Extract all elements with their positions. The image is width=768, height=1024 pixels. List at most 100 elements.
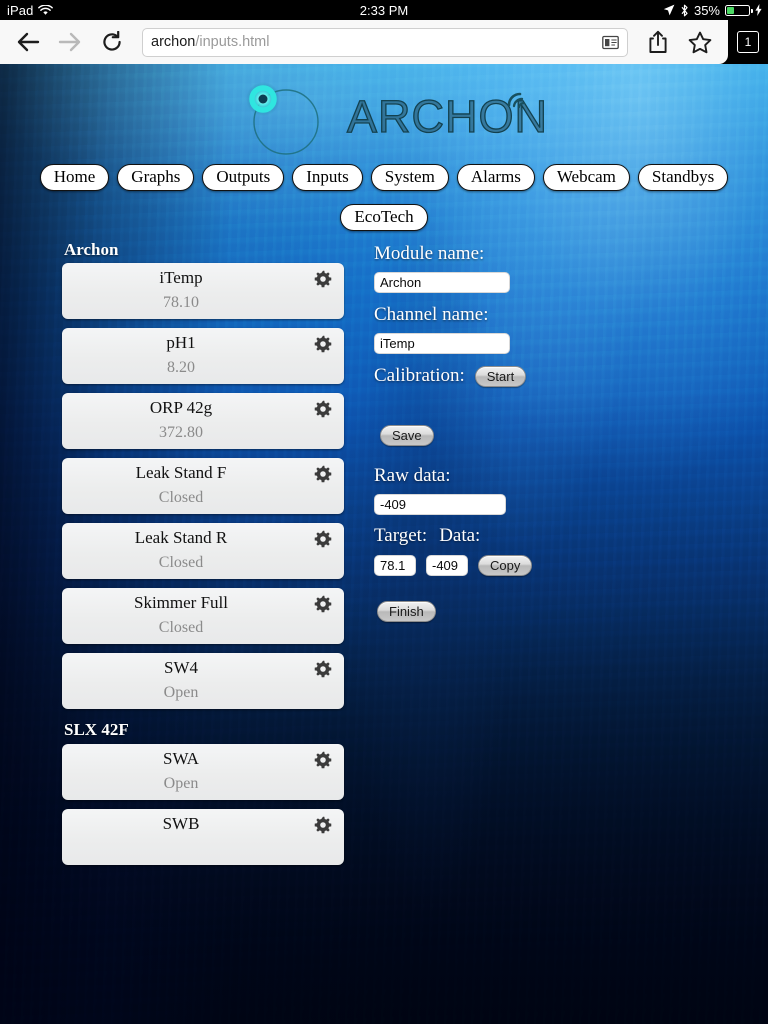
group-title-archon: Archon [64, 240, 119, 259]
gear-icon[interactable] [314, 660, 332, 678]
address-bar[interactable]: archon/inputs.html [142, 27, 628, 57]
channel-name: pH1 [166, 333, 196, 353]
module-name-field-group: Module name: [374, 243, 510, 293]
target-input[interactable] [374, 554, 416, 576]
lightning-bolt-icon [755, 4, 762, 16]
calibration-field-group: Calibration: Start [374, 365, 527, 388]
reload-button[interactable] [92, 22, 132, 62]
nav-item-ecotech[interactable]: EcoTech [340, 204, 428, 231]
gear-icon[interactable] [314, 816, 332, 834]
secondary-navigation: EcoTech [0, 204, 768, 231]
main-navigation: Home Graphs Outputs Inputs System Alarms… [0, 164, 768, 191]
channel-name: SWB [162, 813, 200, 833]
url-path: /inputs.html [195, 34, 270, 50]
nav-item-webcam[interactable]: Webcam [542, 164, 630, 191]
raw-data-input[interactable] [374, 493, 506, 515]
nav-item-standbys[interactable]: Standbys [637, 164, 729, 191]
tab-count-button[interactable]: 1 [728, 20, 768, 64]
channel-card-leak-stand-r[interactable]: Leak Stand R Closed [62, 523, 344, 580]
save-button[interactable]: Save [380, 425, 434, 446]
forward-button[interactable] [50, 22, 90, 62]
site-logo[interactable]: ARCHON [0, 78, 768, 162]
gear-icon[interactable] [314, 530, 332, 548]
back-arrow-icon [17, 32, 40, 52]
nav-item-graphs[interactable]: Graphs [117, 164, 195, 191]
channel-card-leak-stand-f[interactable]: Leak Stand F Closed [62, 458, 344, 515]
channel-name: SWA [163, 748, 199, 768]
channel-value: 372.80 [159, 424, 203, 442]
channel-value: Closed [158, 554, 204, 572]
channel-name: ORP 42g [149, 398, 213, 418]
forward-arrow-icon [58, 32, 81, 52]
channel-card-ph1[interactable]: pH1 8.20 [62, 328, 344, 385]
finish-button[interactable]: Finish [377, 601, 436, 622]
url-host: archon [151, 34, 196, 50]
target-data-field-group: Target: Data: Copy [374, 525, 533, 576]
channel-card-skimmer-full[interactable]: Skimmer Full Closed [62, 588, 344, 645]
gear-icon[interactable] [314, 595, 332, 613]
copy-button[interactable]: Copy [478, 554, 533, 576]
channel-name-field-group: Channel name: [374, 304, 510, 354]
gear-icon[interactable] [314, 465, 332, 483]
gear-icon[interactable] [314, 335, 332, 353]
status-bar-clock: 2:33 PM [359, 2, 409, 18]
module-name-input[interactable] [374, 271, 510, 293]
channel-value: Closed [158, 489, 204, 507]
channel-value: 8.20 [167, 359, 195, 377]
nav-item-outputs[interactable]: Outputs [202, 164, 285, 191]
battery-indicator [725, 4, 753, 16]
data-input[interactable] [426, 554, 468, 576]
nav-item-home[interactable]: Home [39, 164, 110, 191]
bluetooth-icon [681, 4, 688, 16]
back-button[interactable] [8, 22, 48, 62]
finish-button-group: Finish [377, 601, 436, 622]
data-label: Data: [439, 525, 481, 546]
bookmark-star-icon [688, 31, 712, 53]
channel-value: Open [163, 774, 199, 792]
gear-icon[interactable] [314, 270, 332, 288]
nav-item-system[interactable]: System [370, 164, 449, 191]
gear-icon[interactable] [314, 400, 332, 418]
nav-item-inputs[interactable]: Inputs [292, 164, 363, 191]
ipad-screen: iPad 2:33 PM 35% archon /inputs.html 1 A… [0, 0, 768, 1024]
wifi-signal-icon [507, 92, 526, 109]
safari-toolbar: archon/inputs.html 1 [0, 20, 768, 64]
reload-icon [103, 31, 121, 51]
channel-name: Skimmer Full [134, 593, 228, 613]
reader-view-icon[interactable] [602, 35, 619, 50]
group-title-slx-42f: SLX 42F [64, 720, 129, 740]
tab-count-label: 1 [737, 31, 759, 53]
raw-data-label: Raw data: [374, 465, 451, 486]
channel-value: 78.10 [163, 294, 199, 312]
bookmark-button[interactable] [680, 22, 720, 62]
calibration-start-button[interactable]: Start [474, 365, 527, 387]
share-button[interactable] [638, 22, 678, 62]
channel-card-itemp[interactable]: iTemp 78.10 [62, 263, 344, 320]
channel-name-input[interactable] [374, 332, 510, 354]
location-arrow-icon [663, 4, 675, 16]
channel-name: SW4 [164, 658, 198, 678]
battery-percent-label: 35% [693, 2, 720, 18]
archon-circle-mark-icon [246, 82, 319, 155]
nav-item-alarms[interactable]: Alarms [456, 164, 535, 191]
status-bar-right: 35% [663, 3, 762, 18]
channel-value: Closed [158, 619, 204, 637]
channel-name: Leak Stand R [134, 528, 228, 548]
module-name-label: Module name: [374, 243, 485, 264]
raw-data-field-group: Raw data: [374, 465, 506, 515]
channel-card-orp-42g[interactable]: ORP 42g 372.80 [62, 393, 344, 450]
gear-icon[interactable] [314, 751, 332, 769]
channel-list-panel: Archon iTemp 78.10 pH1 8.20 ORP 42g 372.… [62, 240, 344, 874]
channel-card-swb[interactable]: SWB [62, 808, 344, 865]
target-label: Target: [374, 525, 428, 546]
channel-name: iTemp [159, 268, 203, 288]
channel-value: Open [163, 684, 199, 702]
ios-status-bar: iPad 2:33 PM 35% [0, 0, 768, 20]
channel-name: Leak Stand F [135, 463, 227, 483]
channel-card-swa[interactable]: SWA Open [62, 743, 344, 800]
channel-card-sw4[interactable]: SW4 Open [62, 653, 344, 710]
channel-name-label: Channel name: [374, 304, 489, 325]
share-icon [649, 30, 667, 53]
web-page-viewport: ARCHON Home Graphs Outputs Inputs System… [0, 64, 768, 1024]
save-button-group: Save [380, 425, 434, 446]
